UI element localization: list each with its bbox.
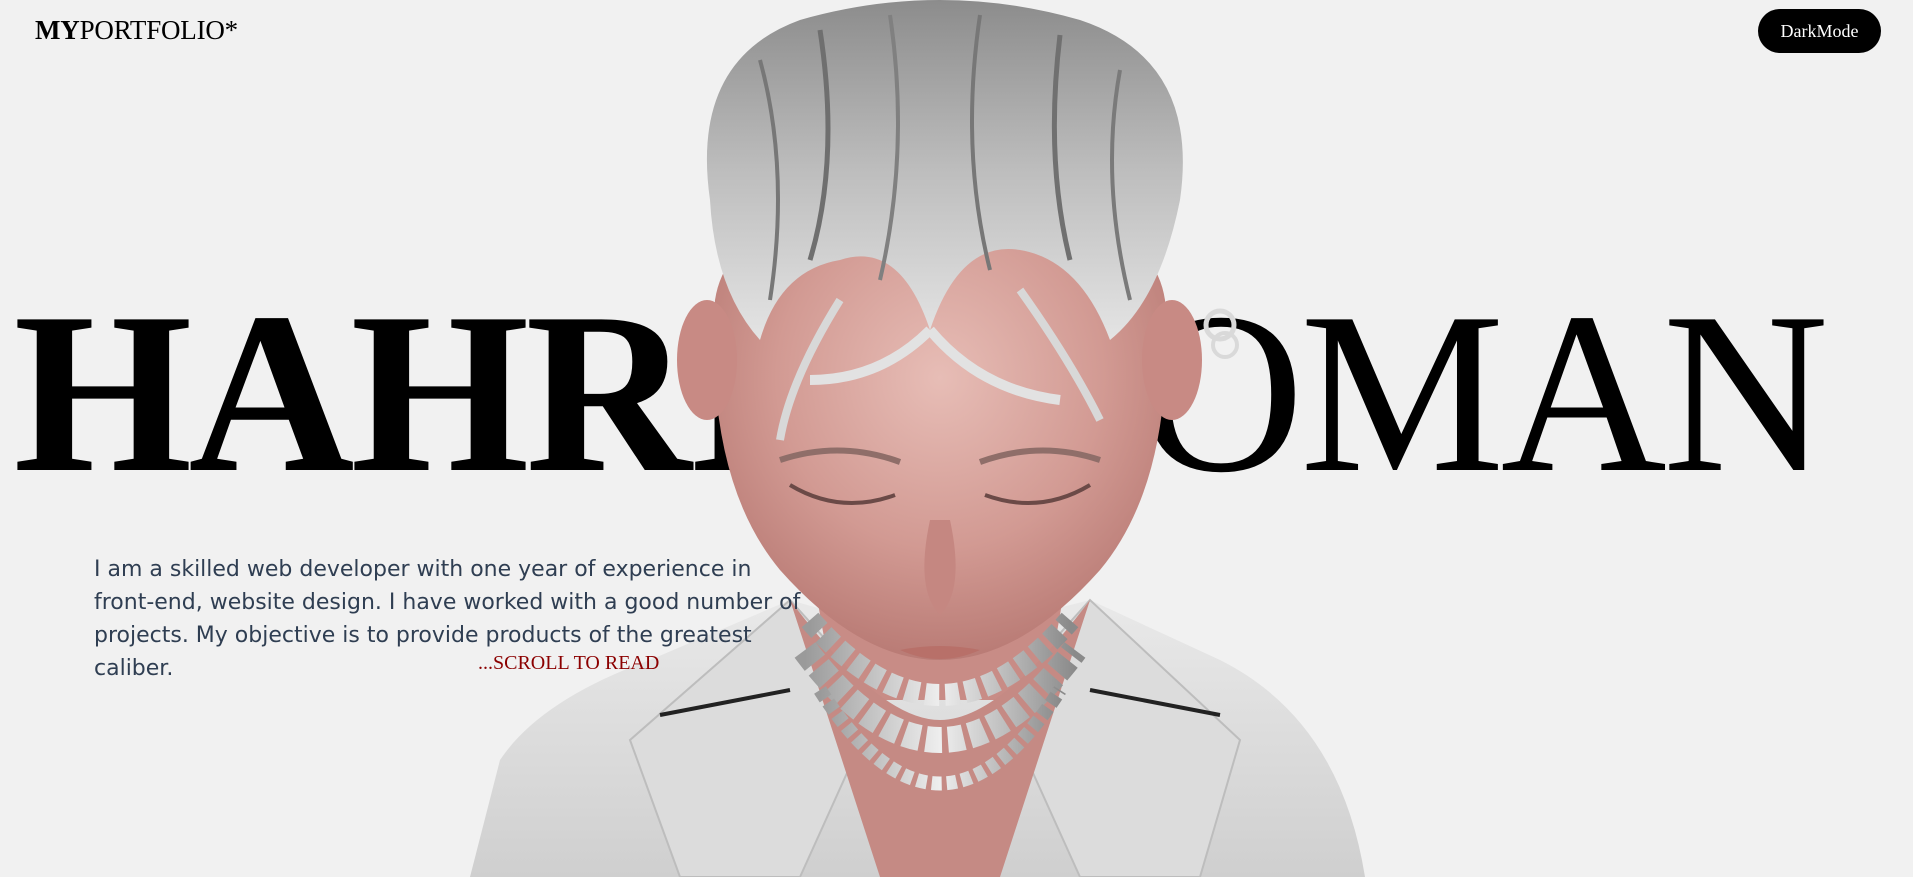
site-logo[interactable]: MYPORTFOLIO*: [35, 12, 238, 48]
3d-avatar-portrait-image: [470, 0, 1365, 877]
scroll-to-read-link[interactable]: ...SCROLL TO READ: [478, 652, 659, 675]
logo-regular-part: PORTFOLIO*: [79, 15, 239, 45]
intro-paragraph: I am a skilled web developer with one ye…: [94, 557, 801, 681]
logo-bold-part: MY: [35, 15, 80, 45]
top-navigation-bar: MYPORTFOLIO* DarkMode: [0, 0, 1913, 60]
dark-mode-toggle-button[interactable]: DarkMode: [1758, 9, 1881, 53]
